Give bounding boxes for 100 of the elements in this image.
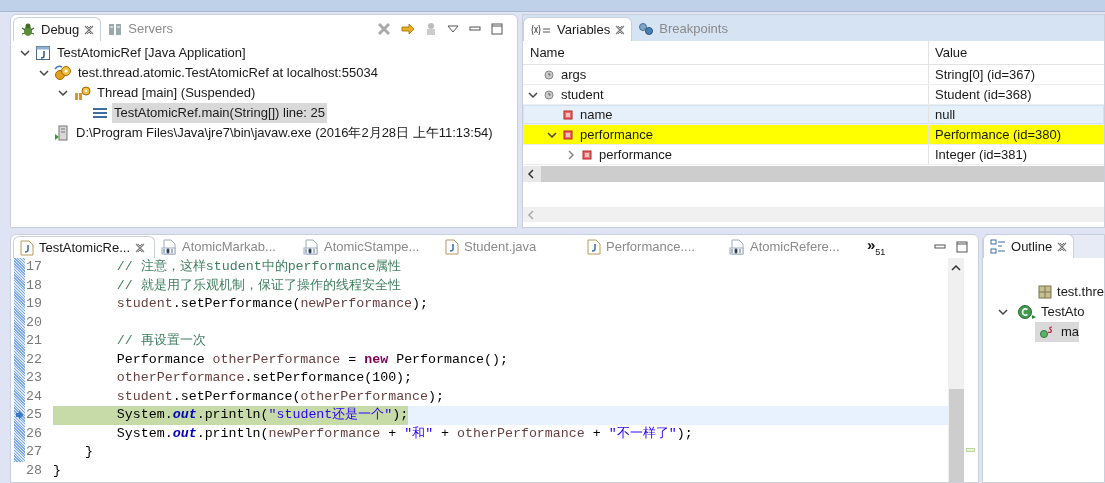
code-line: otherPerformance.setPerformance(100); — [115, 369, 413, 387]
java-file-icon — [587, 239, 601, 255]
tab[interactable]: AtomicMarkab... — [155, 236, 297, 258]
table-cell-text: performance — [599, 145, 672, 164]
horizontal-scrollbar[interactable] — [523, 166, 1104, 182]
chevron-down-icon[interactable] — [58, 89, 68, 97]
line-number: 18 — [25, 276, 43, 295]
tab[interactable]: Servers — [101, 17, 180, 41]
code-line: System.out.println(newPerformance + "和" + otherPerformance + "不一样了"); — [115, 424, 693, 443]
table-row[interactable]: performance Integer (id=381) — [523, 145, 1104, 165]
close-icon — [135, 242, 146, 253]
table-row[interactable]: name null — [523, 105, 1104, 125]
code-line: } — [53, 461, 61, 480]
variables-icon — [530, 23, 552, 36]
line-number: 27 — [25, 443, 43, 461]
thread-icon — [73, 85, 91, 101]
close-icon — [84, 24, 95, 35]
horizontal-scrollbar[interactable] — [523, 207, 1104, 222]
table-cell-text: student — [561, 85, 604, 104]
overview-marker[interactable] — [966, 448, 976, 452]
scroll-left-icon[interactable] — [527, 169, 535, 179]
class-file-icon — [161, 239, 177, 255]
table-row[interactable]: performance Performance (id=380) — [523, 125, 1104, 145]
column-header[interactable]: Name — [523, 41, 929, 64]
process-icon — [54, 125, 70, 141]
table-cell-text: name — [580, 105, 613, 124]
stack-frame-icon — [92, 106, 108, 120]
class-file-icon — [303, 239, 319, 255]
code-line: student.setPerformance(newPerformance); — [115, 295, 429, 313]
tree-item[interactable]: TestAto — [1013, 302, 1085, 322]
table-row[interactable]: args String[0] (id=367) — [523, 65, 1104, 85]
servers-icon — [107, 21, 124, 37]
bug-icon — [20, 21, 36, 38]
table-cell-text: null — [934, 105, 956, 124]
chevron-down-icon[interactable] — [39, 69, 49, 77]
vertical-scrollbar[interactable] — [948, 258, 965, 482]
class-file-icon — [729, 239, 745, 255]
minimize-icon[interactable] — [469, 26, 481, 32]
application-icon — [35, 45, 51, 61]
view-menu-icon[interactable] — [447, 25, 459, 33]
gears-icon — [54, 65, 72, 81]
code-line: // 再设置一次 — [115, 332, 206, 350]
outline-icon — [990, 238, 1007, 255]
chevron-down-icon[interactable] — [20, 49, 30, 57]
table-cell-text: String[0] (id=367) — [934, 65, 1036, 84]
package-icon — [1037, 284, 1054, 300]
tab[interactable]: Variables — [523, 17, 633, 41]
chevron-down-icon[interactable] — [547, 130, 557, 139]
chevron-down-icon[interactable] — [998, 308, 1009, 316]
tree-item[interactable]: ma — [1035, 322, 1080, 342]
line-number: 28 — [25, 461, 43, 480]
line-number: 19 — [25, 295, 43, 313]
field-icon — [582, 149, 592, 160]
minimize-icon[interactable] — [934, 244, 947, 250]
line-number: 22 — [25, 350, 43, 369]
table-cell-text: Integer (id=381) — [934, 145, 1028, 164]
close-icon — [615, 24, 626, 35]
tab[interactable]: Performance.... — [581, 236, 723, 258]
chevron-right-icon[interactable] — [567, 149, 575, 160]
line-number: 23 — [25, 369, 43, 387]
line-number: 24 — [25, 387, 43, 406]
table-cell-text: Student (id=368) — [934, 85, 1032, 104]
local-variable-icon — [544, 69, 554, 80]
tab[interactable]: AtomicRefere... — [723, 236, 865, 258]
class-icon — [1017, 304, 1038, 320]
breakpoints-icon — [638, 22, 655, 36]
java-file-icon — [445, 239, 459, 255]
line-number: 17 — [25, 258, 43, 276]
tab[interactable]: Outline — [983, 234, 1075, 258]
step-return-icon[interactable] — [401, 24, 415, 34]
code-line: // 注意，这样student中的performance属性 — [115, 258, 402, 276]
tab[interactable]: TestAtomicRe... — [13, 236, 155, 258]
tree-item[interactable]: Thread [main] (Suspended) — [95, 83, 258, 103]
tree-item[interactable]: TestAtomicRef [Java Application] — [55, 43, 248, 63]
tree-item[interactable]: test.thre — [1033, 282, 1104, 302]
code-line: } — [83, 443, 93, 461]
tab[interactable]: Student.java — [439, 236, 581, 258]
scroll-up-icon[interactable] — [951, 264, 962, 272]
local-variable-icon — [544, 89, 554, 100]
tab[interactable]: Debug — [13, 17, 102, 41]
maximize-icon[interactable] — [491, 23, 503, 35]
code-line: // 就是用了乐观机制，保证了操作的线程安全性 — [115, 276, 401, 295]
code-line: Performance otherPerformance = new Performance(); — [115, 350, 508, 369]
table-cell-text: performance — [580, 125, 653, 144]
line-number: 21 — [25, 332, 43, 350]
code-line: student.setPerformance(otherPerformance); — [115, 387, 444, 406]
disconnect-icon[interactable] — [377, 22, 391, 36]
table-cell-text: args — [561, 65, 587, 84]
tab[interactable]: AtomicStampe... — [297, 236, 439, 258]
close-icon — [1057, 241, 1068, 252]
table-cell-text: Performance (id=380) — [934, 125, 1062, 144]
maximize-icon[interactable] — [956, 241, 969, 253]
tree-item[interactable]: test.thread.atomic.TestAtomicRef at localhost:55034 — [76, 63, 380, 83]
chevron-down-icon[interactable] — [528, 90, 538, 99]
tree-item[interactable]: TestAtomicRef.main(String[]) line: 25 — [112, 103, 327, 123]
instruction-pointer-icon — [15, 410, 24, 420]
scrollbar-thumb[interactable] — [948, 389, 964, 482]
table-row[interactable]: student Student (id=368) — [523, 85, 1104, 105]
tree-item[interactable]: D:\Program Files\Java\jre7\bin\javaw.exe (2016年2月28日 上午11:13:54) — [74, 123, 495, 143]
column-header[interactable]: Value — [929, 42, 968, 63]
